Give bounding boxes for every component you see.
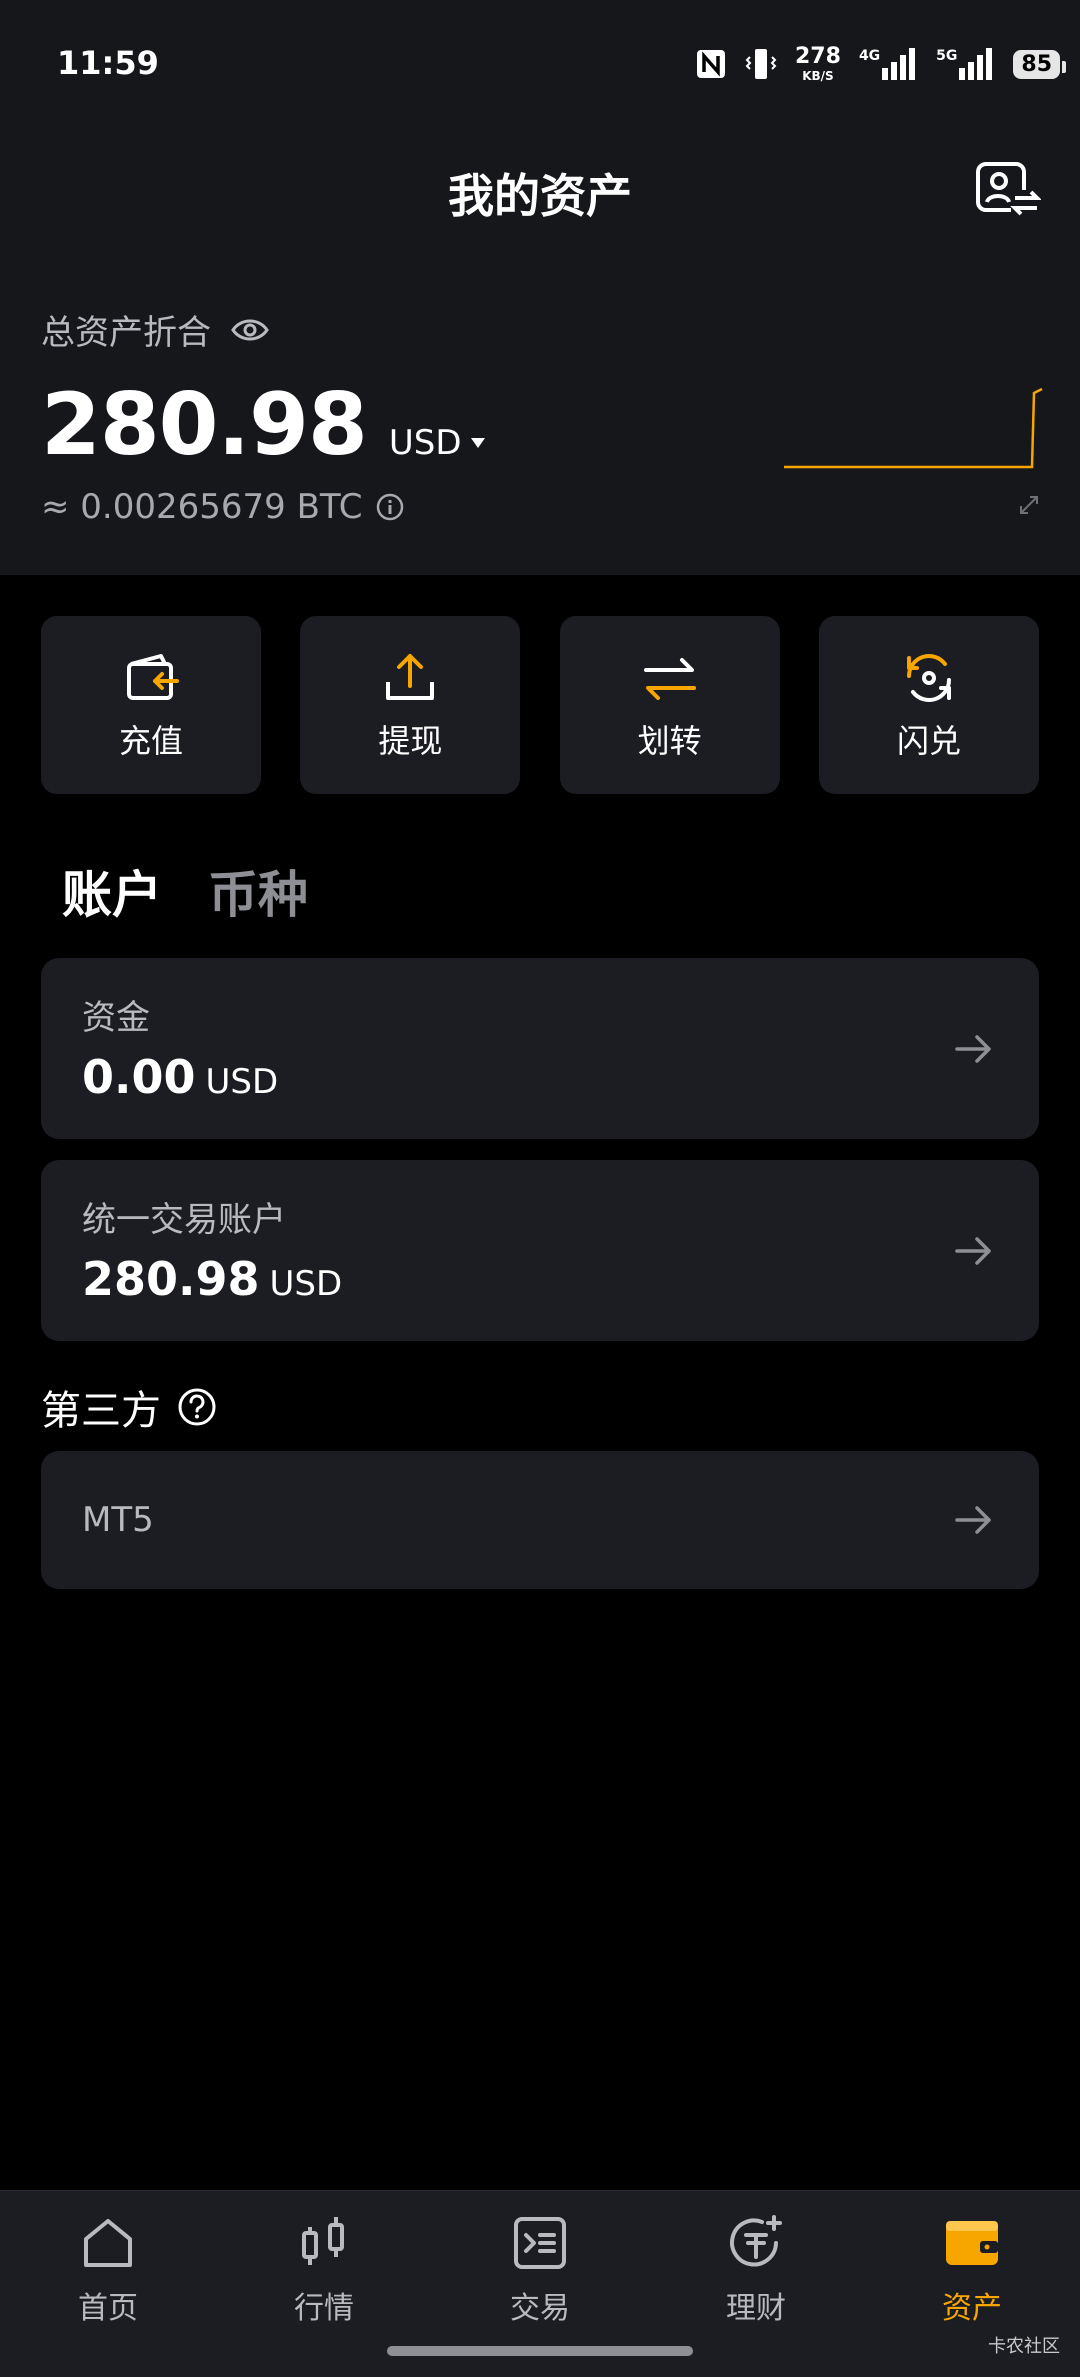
net-type-5g: 5G: [936, 48, 958, 64]
nav-label: 理财: [726, 2291, 786, 2326]
action-label: 闪兑: [896, 722, 961, 760]
currency-label: USD: [388, 423, 462, 463]
currency-selector[interactable]: USD: [389, 423, 486, 463]
account-name: 统一交易账户: [82, 1200, 286, 1240]
asset-tabs: 账户 币种: [62, 855, 308, 927]
arrow-right-icon: [955, 1506, 991, 1534]
account-balance-value: 0.00: [82, 1050, 196, 1104]
transfer-icon: [643, 658, 696, 700]
action-label: 提现: [378, 722, 443, 760]
signal-icon: [882, 48, 916, 80]
vibrate-icon: [745, 49, 777, 79]
page-title: 我的资产: [448, 169, 632, 223]
balance-sparkline: [784, 387, 1043, 469]
watermark: 卡农社区: [988, 2336, 1060, 2357]
network-speed: 278 KB/S: [795, 44, 841, 83]
account-balance-currency: USD: [269, 1264, 343, 1304]
account-balance-currency: USD: [205, 1062, 279, 1102]
eye-icon[interactable]: [231, 317, 269, 343]
nav-trade[interactable]: 交易: [432, 2213, 648, 2327]
withdraw-icon: [386, 654, 435, 700]
status-time: 11:59: [57, 44, 159, 82]
account-name: 资金: [82, 998, 150, 1038]
nav-earn[interactable]: 理财: [648, 2213, 864, 2327]
account-balance-value: 280.98: [82, 1252, 260, 1306]
account-card-funding[interactable]: 资金 0.00 USD: [41, 958, 1039, 1139]
home-icon: [84, 2219, 132, 2267]
nfc-icon: [697, 50, 725, 78]
deposit-button[interactable]: 充值: [41, 616, 261, 794]
signal-4g: 4G: [859, 48, 918, 80]
help-icon[interactable]: [177, 1387, 217, 1427]
deposit-icon: [127, 654, 179, 700]
third-party-title: 第三方: [41, 1388, 161, 1434]
network-speed-unit: KB/S: [802, 69, 834, 83]
bottom-nav-items: 首页 行情 交易 理财 资产: [0, 2213, 1080, 2327]
account-balance: 280.98 USD: [82, 1252, 342, 1306]
status-icons: 278 KB/S 4G 5G 85: [695, 44, 1066, 84]
nav-label: 行情: [294, 2291, 354, 2326]
home-indicator[interactable]: [387, 2346, 693, 2356]
net-type-4g: 4G: [858, 48, 881, 64]
total-assets-label: 总资产折合: [41, 305, 269, 354]
caret-down-icon: [470, 438, 485, 448]
nav-label: 首页: [78, 2291, 138, 2326]
nav-label: 资产: [942, 2291, 1002, 2326]
convert-button[interactable]: 闪兑: [818, 616, 1039, 794]
balance-row: 280.98 USD: [41, 375, 486, 475]
arrow-right-icon: [955, 1035, 991, 1063]
withdraw-button[interactable]: 提现: [300, 616, 521, 794]
tab-currencies[interactable]: 币种: [208, 855, 308, 927]
third-party-item-mt5[interactable]: MT5: [41, 1451, 1039, 1589]
candlestick-icon: [302, 2217, 344, 2265]
trade-icon: [514, 2217, 566, 2269]
nav-home[interactable]: 首页: [0, 2213, 216, 2327]
profile-swap-icon[interactable]: [975, 160, 1041, 220]
info-icon[interactable]: [376, 493, 404, 521]
nav-label: 交易: [510, 2291, 570, 2326]
transfer-button[interactable]: 划转: [559, 616, 780, 794]
network-speed-value: 278: [795, 44, 841, 69]
account-card-unified-trading[interactable]: 统一交易账户 280.98 USD: [41, 1160, 1039, 1341]
convert-icon: [906, 654, 951, 702]
third-party-name: MT5: [82, 1500, 154, 1540]
account-balance: 0.00 USD: [82, 1050, 278, 1104]
nav-assets[interactable]: 资产: [864, 2213, 1080, 2327]
action-label: 划转: [637, 722, 702, 760]
btc-equivalent: ≈ 0.00265679 BTC: [41, 487, 363, 527]
nav-markets[interactable]: 行情: [216, 2213, 432, 2327]
action-label: 充值: [118, 722, 183, 760]
tab-accounts[interactable]: 账户: [62, 855, 162, 927]
signal-5g: 5G: [936, 48, 995, 80]
wallet-icon: [946, 2221, 998, 2265]
total-balance: 280.98: [41, 375, 368, 475]
signal-icon: [959, 48, 993, 80]
battery-indicator: 85: [1013, 49, 1066, 79]
arrow-right-icon: [955, 1237, 991, 1265]
total-assets-text: 总资产折合: [41, 313, 211, 353]
expand-icon[interactable]: [1018, 494, 1040, 516]
earn-icon: [730, 2215, 782, 2267]
btc-equivalent-row: ≈ 0.00265679 BTC: [41, 487, 404, 527]
quick-actions: 充值 提现 划转 闪兑: [41, 616, 1039, 794]
third-party-heading: 第三方: [41, 1378, 217, 1436]
